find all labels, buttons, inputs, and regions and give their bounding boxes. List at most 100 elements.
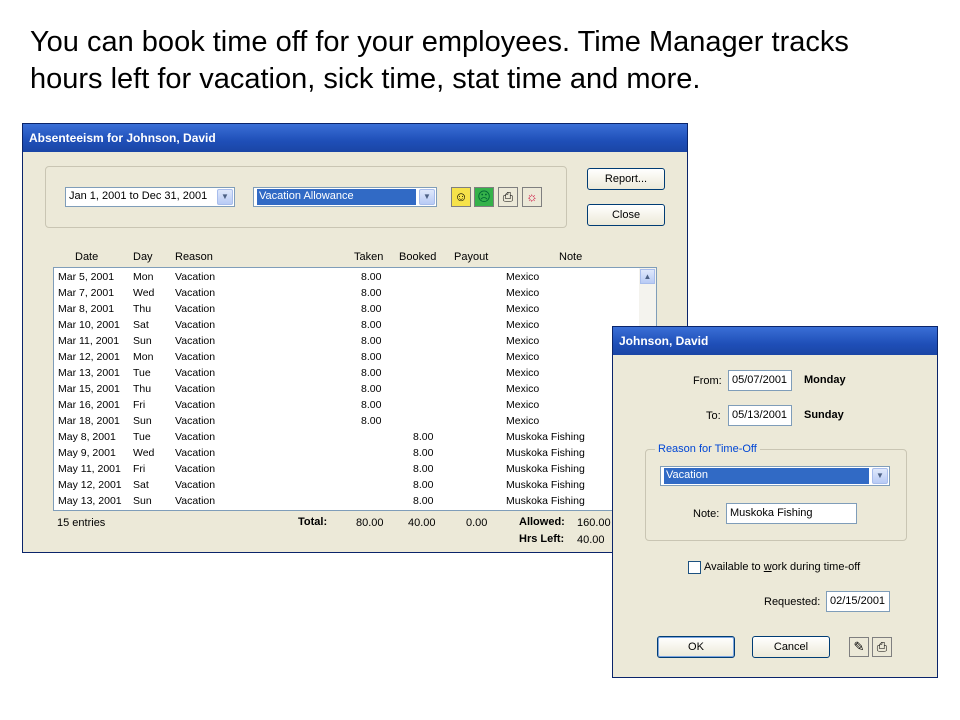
column-header-booked[interactable]: Booked <box>399 251 436 263</box>
cell-reason: Vacation <box>175 303 216 315</box>
cell-note: Mexico <box>506 319 540 331</box>
cell-reason: Vacation <box>175 287 216 299</box>
table-row[interactable]: Mar 16, 2001 Fri Vacation 8.00 Mexico <box>54 397 640 413</box>
cell-reason: Vacation <box>175 495 216 507</box>
cell-reason: Vacation <box>175 383 216 395</box>
absence-list[interactable]: Mar 5, 2001 Mon Vacation 8.00 Mexico Mar 7, 2… <box>53 267 657 511</box>
requested-input[interactable]: 02/15/2001 <box>826 591 890 612</box>
cell-day: Wed <box>133 287 155 299</box>
to-label: To: <box>706 410 721 422</box>
to-date-input[interactable]: 05/13/2001 <box>728 405 792 426</box>
reason-select[interactable]: Vacation ▼ <box>660 466 890 486</box>
cell-note: Mexico <box>506 415 540 427</box>
cell-day: Thu <box>133 383 152 395</box>
sad-face-icon[interactable]: ☹ <box>474 187 494 207</box>
cell-date: May 12, 2001 <box>58 479 122 491</box>
to-weekday: Sunday <box>804 409 844 421</box>
table-row[interactable]: May 9, 2001 Wed Vacation 8.00 Muskoka Fishin… <box>54 445 640 461</box>
table-row[interactable]: Mar 11, 2001 Sun Vacation 8.00 Mexico <box>54 333 640 349</box>
cell-date: Mar 10, 2001 <box>58 319 120 331</box>
table-header: Date Day Reason Taken Booked Payout Note <box>23 251 663 265</box>
scroll-up-icon[interactable]: ▲ <box>640 269 655 284</box>
column-header-payout[interactable]: Payout <box>454 251 488 263</box>
cell-day: Fri <box>133 399 146 411</box>
slide-caption: You can book time off for your employees… <box>30 24 950 98</box>
reason-group-label: Reason for Time-Off <box>655 443 760 455</box>
cell-taken: 8.00 <box>361 367 382 379</box>
chevron-down-icon[interactable]: ▼ <box>419 189 435 205</box>
cell-day: Mon <box>133 271 154 283</box>
table-row[interactable]: May 12, 2001 Sat Vacation 8.00 Muskoka Fishi… <box>54 477 640 493</box>
sun-icon[interactable]: ☼ <box>522 187 542 207</box>
ok-button[interactable]: OK <box>657 636 735 658</box>
cell-note: Mexico <box>506 271 540 283</box>
cell-date: May 13, 2001 <box>58 495 122 507</box>
column-header-day[interactable]: Day <box>133 251 153 263</box>
report-button-label: Report... <box>604 173 648 185</box>
table-row[interactable]: Mar 5, 2001 Mon Vacation 8.00 Mexico <box>54 269 640 285</box>
table-row[interactable]: Mar 10, 2001 Sat Vacation 8.00 Mexico <box>54 317 640 333</box>
cell-taken: 8.00 <box>361 335 382 347</box>
table-row[interactable]: May 13, 2001 Sun Vacation 8.00 Muskoka Fishi… <box>54 493 640 509</box>
cell-taken: 8.00 <box>361 415 382 427</box>
cell-booked: 8.00 <box>413 479 434 491</box>
total-taken: 80.00 <box>356 517 384 529</box>
cell-reason: Vacation <box>175 463 216 475</box>
column-header-taken[interactable]: Taken <box>354 251 383 263</box>
printer-icon[interactable]: ⎙ <box>498 187 518 207</box>
cell-date: Mar 16, 2001 <box>58 399 120 411</box>
cell-note: Muskoka Fishing <box>506 463 585 475</box>
from-label: From: <box>693 375 722 387</box>
smiley-face-icon[interactable]: ☺ <box>451 187 471 207</box>
chevron-down-icon[interactable]: ▼ <box>872 468 888 484</box>
cell-date: Mar 18, 2001 <box>58 415 120 427</box>
table-row[interactable]: Mar 13, 2001 Tue Vacation 8.00 Mexico <box>54 365 640 381</box>
report-button[interactable]: Report... <box>587 168 665 190</box>
column-header-reason[interactable]: Reason <box>175 251 213 263</box>
table-row[interactable]: May 8, 2001 Tue Vacation 8.00 Muskoka Fishin… <box>54 429 640 445</box>
cell-booked: 8.00 <box>413 495 434 507</box>
table-row[interactable]: Mar 8, 2001 Thu Vacation 8.00 Mexico <box>54 301 640 317</box>
column-header-note[interactable]: Note <box>559 251 582 263</box>
allowance-type-select[interactable]: Vacation Allowance ▼ <box>253 187 437 207</box>
available-checkbox[interactable] <box>688 561 701 574</box>
cell-note: Mexico <box>506 383 540 395</box>
table-row[interactable]: Mar 12, 2001 Mon Vacation 8.00 Mexico <box>54 349 640 365</box>
cell-booked: 8.00 <box>413 447 434 459</box>
from-weekday: Monday <box>804 374 846 386</box>
close-button[interactable]: Close <box>587 204 665 226</box>
cell-booked: 8.00 <box>413 431 434 443</box>
cell-taken: 8.00 <box>361 399 382 411</box>
cell-day: Wed <box>133 447 155 459</box>
cell-taken: 8.00 <box>361 351 382 363</box>
absenteeism-window: Absenteeism for Johnson, David Jan 1, 20… <box>22 123 688 553</box>
cell-day: Thu <box>133 303 152 315</box>
table-row[interactable]: Mar 7, 2001 Wed Vacation 8.00 Mexico <box>54 285 640 301</box>
from-date-input[interactable]: 05/07/2001 <box>728 370 792 391</box>
cell-date: Mar 12, 2001 <box>58 351 120 363</box>
cell-date: May 11, 2001 <box>58 463 121 475</box>
note-label: Note: <box>693 508 720 520</box>
cell-reason: Vacation <box>175 351 216 363</box>
cell-day: Sun <box>133 335 152 347</box>
note-input[interactable]: Muskoka Fishing <box>726 503 857 524</box>
table-row[interactable]: Mar 15, 2001 Thu Vacation 8.00 Mexico <box>54 381 640 397</box>
cell-note: Muskoka Fishing <box>506 495 585 507</box>
available-label: Available to work during time-off <box>704 561 860 573</box>
cell-date: Mar 11, 2001 <box>58 335 120 347</box>
cancel-button[interactable]: Cancel <box>752 636 830 658</box>
cell-date: Mar 13, 2001 <box>58 367 120 379</box>
cell-reason: Vacation <box>175 431 216 443</box>
cell-reason: Vacation <box>175 271 216 283</box>
table-row[interactable]: Mar 18, 2001 Sun Vacation 8.00 Mexico <box>54 413 640 429</box>
table-row[interactable]: May 11, 2001 Fri Vacation 8.00 Muskoka Fishi… <box>54 461 640 477</box>
cell-date: May 9, 2001 <box>58 447 116 459</box>
printer-icon[interactable]: ⎙ <box>872 637 892 657</box>
date-range-select[interactable]: Jan 1, 2001 to Dec 31, 2001 ▼ <box>65 187 235 207</box>
hrs-left-label: Hrs Left: <box>519 533 565 545</box>
column-header-date[interactable]: Date <box>75 251 98 263</box>
cell-note: Mexico <box>506 303 540 315</box>
notepad-icon[interactable]: ✎ <box>849 637 869 657</box>
chevron-down-icon[interactable]: ▼ <box>217 189 233 205</box>
caption-line-2: hours left for vacation, sick time, stat… <box>30 63 701 95</box>
